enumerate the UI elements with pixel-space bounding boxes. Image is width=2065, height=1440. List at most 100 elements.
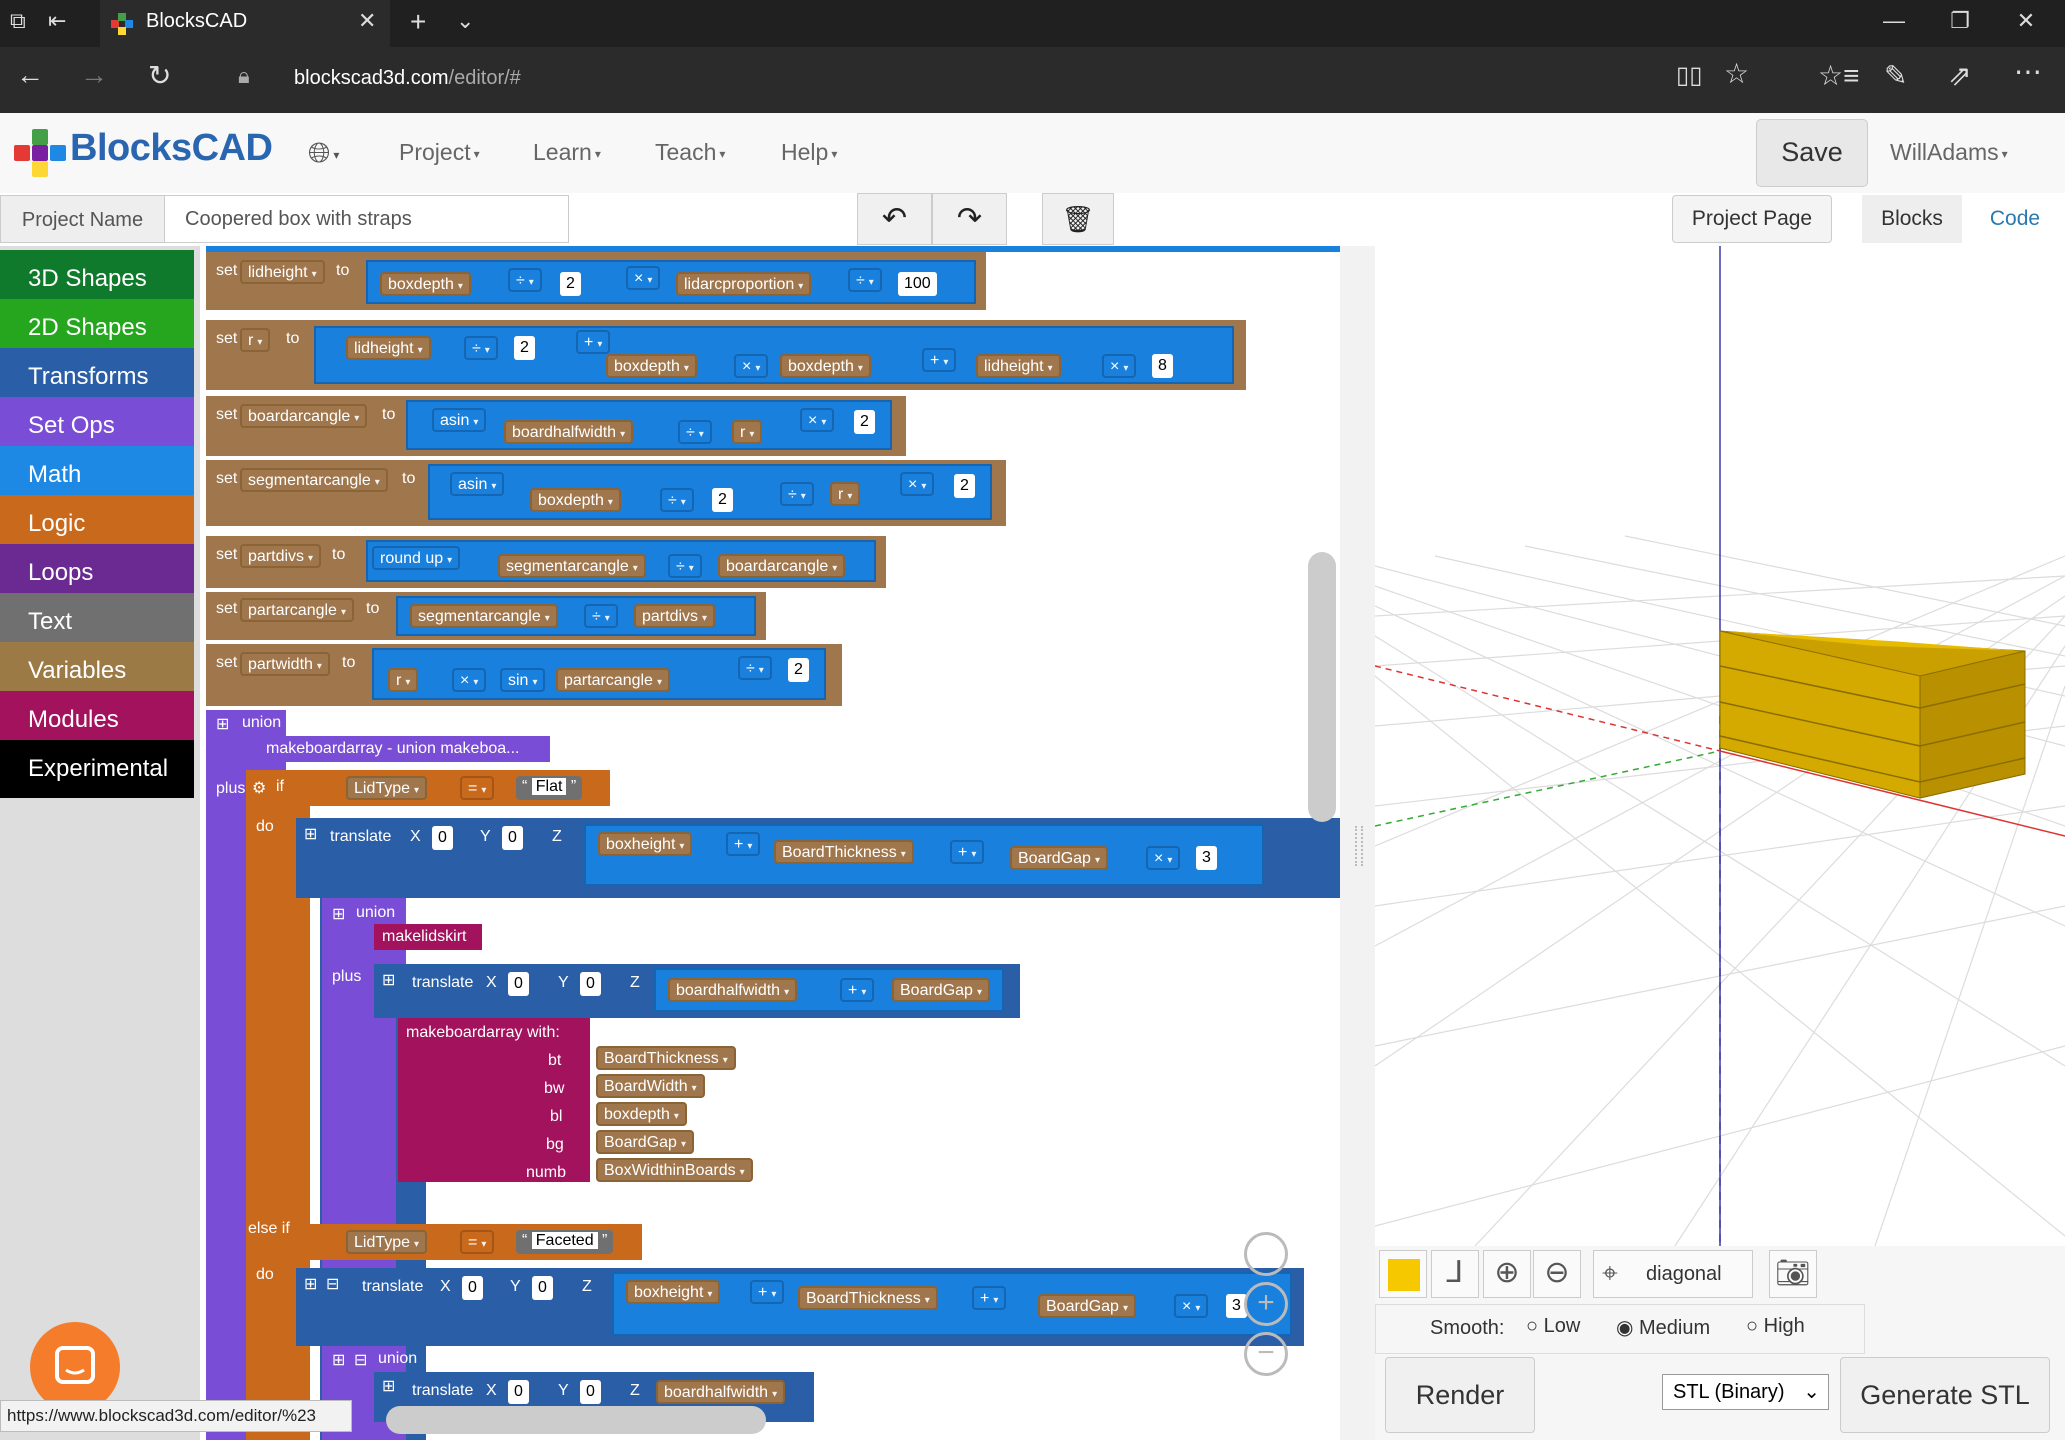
more-icon[interactable]: ⋯ bbox=[2014, 55, 2042, 88]
var-pill[interactable]: boxdepth ▾ bbox=[380, 272, 471, 296]
horizontal-scrollbar[interactable] bbox=[386, 1406, 766, 1434]
var-pill[interactable]: r ▾ bbox=[830, 482, 861, 506]
collapse-minus-icon[interactable]: ⊟ bbox=[326, 1274, 339, 1294]
blocks-workspace[interactable]: set lidheight ▾ to boxdepth ▾ ÷ ▾ 2 × ▾ lida… bbox=[200, 246, 1340, 1440]
var-pill[interactable]: BoardWidth ▾ bbox=[596, 1074, 705, 1098]
op-dropdown[interactable]: ÷ ▾ bbox=[584, 604, 618, 628]
view-select[interactable]: ⌖ diagonal bbox=[1593, 1250, 1753, 1298]
menu-learn[interactable]: Learn ▾ bbox=[533, 139, 601, 166]
number-field[interactable]: 2 bbox=[854, 410, 875, 434]
favorite-star-icon[interactable]: ☆ bbox=[1724, 57, 1749, 90]
collapse-toggle-icon[interactable]: ⊞ bbox=[382, 1376, 395, 1396]
var-pill[interactable]: boxheight ▾ bbox=[598, 832, 693, 856]
math-block[interactable]: round up ▾ segmentarcangle ▾ ÷ ▾ boardarcan… bbox=[366, 540, 876, 582]
zoom-in-icon[interactable]: + bbox=[1244, 1282, 1288, 1326]
forward-icon[interactable]: → bbox=[80, 59, 108, 91]
number-field[interactable]: 0 bbox=[532, 1276, 553, 1300]
number-field[interactable]: 3 bbox=[1196, 846, 1217, 870]
minimize-icon[interactable]: — bbox=[1874, 8, 1914, 34]
op-dropdown[interactable]: = ▾ bbox=[460, 776, 495, 800]
op-dropdown[interactable]: + ▾ bbox=[922, 348, 957, 372]
set-partdivs-block[interactable]: set partdivs ▾ to round up ▾ segmentarcang… bbox=[206, 536, 886, 588]
share-icon[interactable]: ⇗ bbox=[1948, 59, 1971, 92]
number-field[interactable]: 2 bbox=[954, 474, 975, 498]
var-pill[interactable]: lidheight ▾ bbox=[976, 354, 1061, 378]
math-block[interactable]: segmentarcangle ▾ ÷ ▾ partdivs ▾ bbox=[396, 596, 756, 636]
recenter-target-icon[interactable] bbox=[1244, 1232, 1288, 1276]
toolbox-category-experimental[interactable]: Experimental bbox=[0, 740, 194, 798]
undo-button[interactable]: ↶ bbox=[857, 193, 932, 245]
var-pill[interactable]: boardarcangle ▾ bbox=[718, 554, 846, 578]
zoom-in-icon[interactable]: ⊕ bbox=[1483, 1250, 1531, 1298]
refresh-icon[interactable]: ↻ bbox=[148, 59, 171, 92]
var-dropdown[interactable]: partdivs ▾ bbox=[240, 544, 322, 568]
makelidskirt-block[interactable]: makelidskirt bbox=[374, 924, 482, 950]
splitter-grip-icon[interactable] bbox=[1355, 826, 1363, 866]
number-field[interactable]: 0 bbox=[502, 826, 523, 850]
var-pill[interactable]: boxdepth ▾ bbox=[530, 488, 621, 512]
back-icon[interactable]: ← bbox=[16, 59, 44, 91]
render-button[interactable]: Render bbox=[1385, 1357, 1535, 1433]
vertical-scrollbar[interactable] bbox=[1308, 552, 1336, 822]
set-segmentarcangle-block[interactable]: set segmentarcangle ▾ to asin ▾ boxdepth ▾ … bbox=[206, 460, 1006, 526]
menu-teach[interactable]: Teach ▾ bbox=[655, 139, 725, 166]
op-dropdown[interactable]: ÷ ▾ bbox=[848, 268, 882, 292]
reading-view-icon[interactable]: ▯▯ bbox=[1676, 61, 1702, 90]
zoom-out-icon[interactable]: ⊖ bbox=[1533, 1250, 1581, 1298]
var-pill[interactable]: BoardGap ▾ bbox=[596, 1130, 694, 1154]
math-block[interactable]: lidheight ▾ ÷ ▾ 2 + ▾ boxdepth ▾ × ▾ boxdepth… bbox=[314, 326, 1234, 384]
collapse-minus-icon[interactable]: ⊟ bbox=[354, 1350, 367, 1370]
op-dropdown[interactable]: × ▾ bbox=[900, 472, 935, 496]
chat-launcher-button[interactable] bbox=[30, 1322, 120, 1412]
math-block[interactable]: boxheight ▾ + ▾ BoardThickness ▾ + ▾ BoardGa… bbox=[612, 1272, 1292, 1336]
export-format-select[interactable]: STL (Binary) ⌄ bbox=[1662, 1374, 1829, 1410]
save-button[interactable]: Save bbox=[1756, 119, 1868, 187]
func-dropdown[interactable]: asin ▾ bbox=[450, 472, 505, 496]
op-dropdown[interactable]: × ▾ bbox=[734, 354, 769, 378]
var-pill[interactable]: BoardGap ▾ bbox=[1010, 846, 1108, 870]
op-dropdown[interactable]: ÷ ▾ bbox=[464, 336, 498, 360]
pane-splitter[interactable] bbox=[1340, 246, 1375, 1440]
number-field[interactable]: 2 bbox=[514, 336, 535, 360]
translate-block[interactable]: ⊞ ⊟ translate X 0 Y 0 Z boxheight ▾ + ▾ Bo… bbox=[296, 1268, 1304, 1346]
op-dropdown[interactable]: + ▾ bbox=[750, 1280, 785, 1304]
math-block[interactable]: r ▾ × ▾ sin ▾ partarcangle ▾ ÷ ▾ 2 bbox=[372, 648, 826, 700]
color-picker-button[interactable] bbox=[1379, 1250, 1427, 1298]
set-lidheight-block[interactable]: set lidheight ▾ to boxdepth ▾ ÷ ▾ 2 × ▾ lida… bbox=[206, 252, 986, 310]
translate-block[interactable]: ⊞ translate X 0 Y 0 Z boardhalfwidth ▾ + ▾… bbox=[374, 964, 1020, 1018]
op-dropdown[interactable]: ÷ ▾ bbox=[660, 488, 694, 512]
func-dropdown[interactable]: asin ▾ bbox=[432, 408, 487, 432]
op-dropdown[interactable]: × ▾ bbox=[800, 408, 835, 432]
op-dropdown[interactable]: ÷ ▾ bbox=[668, 554, 702, 578]
var-dropdown[interactable]: partwidth ▾ bbox=[240, 652, 330, 676]
func-dropdown[interactable]: sin ▾ bbox=[500, 668, 546, 692]
op-dropdown[interactable]: × ▾ bbox=[626, 266, 661, 290]
var-dropdown[interactable]: segmentarcangle ▾ bbox=[240, 468, 388, 492]
var-pill[interactable]: boardhalfwidth ▾ bbox=[504, 420, 634, 444]
close-window-icon[interactable]: ✕ bbox=[2006, 8, 2046, 34]
math-block[interactable]: asin ▾ boxdepth ▾ ÷ ▾ 2 ÷ ▾ r ▾ × ▾ 2 bbox=[428, 464, 992, 520]
number-field[interactable]: 8 bbox=[1152, 354, 1173, 378]
var-pill[interactable]: segmentarcangle ▾ bbox=[410, 604, 558, 628]
set-boardarcangle-block[interactable]: set boardarcangle ▾ to asin ▾ boardhalfwid… bbox=[206, 396, 906, 456]
var-pill[interactable]: boxheight ▾ bbox=[626, 1280, 721, 1304]
var-pill[interactable]: BoardThickness ▾ bbox=[798, 1286, 938, 1310]
delete-button[interactable]: 🗑︎ bbox=[1042, 193, 1114, 245]
var-pill[interactable]: LidType ▾ bbox=[346, 1230, 428, 1254]
chevron-down-icon[interactable]: ⌄ bbox=[456, 8, 474, 34]
axes-toggle-icon[interactable]: ⅃ bbox=[1431, 1250, 1479, 1298]
notes-pen-icon[interactable]: ✎ bbox=[1884, 59, 1907, 92]
text-block[interactable]: “ Flat ” bbox=[516, 776, 583, 800]
var-pill[interactable]: lidheight ▾ bbox=[346, 336, 431, 360]
op-dropdown[interactable]: ÷ ▾ bbox=[738, 656, 772, 680]
language-globe-icon[interactable]: 🌐︎ ▾ bbox=[308, 137, 339, 170]
3d-viewport[interactable] bbox=[1374, 246, 2065, 1247]
collapse-toggle-icon[interactable]: ⊞ bbox=[382, 970, 395, 990]
var-pill[interactable]: LidType ▾ bbox=[346, 776, 428, 800]
op-dropdown[interactable]: = ▾ bbox=[460, 1230, 495, 1254]
var-pill[interactable]: BoxWidthinBoards ▾ bbox=[596, 1158, 753, 1182]
new-tab-icon[interactable]: + bbox=[410, 6, 426, 38]
op-dropdown[interactable]: + ▾ bbox=[950, 840, 985, 864]
op-dropdown[interactable]: + ▾ bbox=[840, 978, 875, 1002]
var-pill[interactable]: BoardGap ▾ bbox=[892, 978, 990, 1002]
